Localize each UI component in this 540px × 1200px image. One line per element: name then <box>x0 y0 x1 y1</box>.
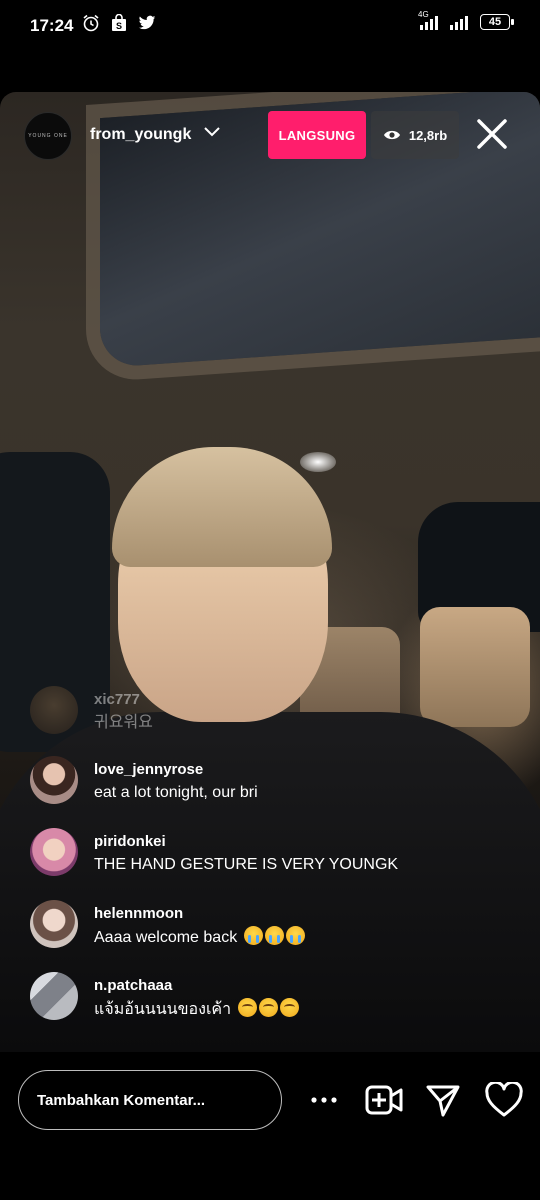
comment-item: n.patchaaa แจ้มอ้นนนนของเค้า <box>30 972 299 1021</box>
comment-text: THE HAND GESTURE IS VERY YOUNGK <box>94 856 399 873</box>
comment-text: 귀요워요 <box>94 714 153 731</box>
loudly-crying-face-icon <box>243 926 263 945</box>
commenter-avatar[interactable] <box>30 686 78 734</box>
eye-icon <box>383 130 400 140</box>
comment-item: piridonkei THE HAND GESTURE IS VERY YOUN… <box>30 828 398 876</box>
chevron-down-icon[interactable] <box>203 123 221 141</box>
signal-icon <box>450 14 468 30</box>
comment-input[interactable]: Tambahkan Komentar... <box>18 1070 282 1130</box>
shopping-bag-icon: S <box>110 14 128 32</box>
comment-text-content: Aaaa welcome back <box>94 929 238 946</box>
live-label: LANGSUNG <box>278 127 356 143</box>
alarm-icon <box>82 14 100 32</box>
status-bar: 17:24 S 4G 45 <box>0 0 540 52</box>
host-username[interactable]: from_youngk <box>90 126 191 144</box>
comment-username[interactable]: xic777 <box>94 690 153 710</box>
system-indicators: 4G 45 <box>418 10 514 30</box>
comment-username[interactable]: piridonkei <box>94 832 398 852</box>
commenter-avatar[interactable] <box>30 756 78 804</box>
live-header: YOUNG ONE from_youngk LANGSUNG 12,8rb <box>0 92 540 176</box>
svg-text:S: S <box>116 21 122 31</box>
close-icon[interactable] <box>474 116 510 152</box>
video-scene-light <box>300 452 336 472</box>
viewer-count-value: 12,8rb <box>408 127 448 143</box>
host-avatar-logo: YOUNG ONE <box>28 133 68 139</box>
comment-item: love_jennyrose eat a lot tonight, our br… <box>30 756 258 804</box>
battery-icon: 45 <box>480 14 514 30</box>
viewer-count[interactable]: 12,8rb <box>371 111 459 159</box>
video-scene-cap <box>112 447 332 567</box>
twitter-icon <box>138 14 156 32</box>
heart-icon[interactable] <box>484 1082 524 1118</box>
comment-input-placeholder: Tambahkan Komentar... <box>37 1091 206 1109</box>
comment-username[interactable]: love_jennyrose <box>94 760 258 780</box>
commenter-avatar[interactable] <box>30 828 78 876</box>
host-avatar[interactable]: YOUNG ONE <box>24 112 72 160</box>
comment-item: helennmoon Aaaa welcome back <box>30 900 305 949</box>
comment-text: eat a lot tonight, our bri <box>94 784 258 801</box>
comment-username[interactable]: n.patchaaa <box>94 976 299 996</box>
video-scene-seat <box>420 607 530 727</box>
add-video-guest-icon[interactable] <box>364 1082 404 1118</box>
battery-level: 45 <box>488 16 502 28</box>
status-time: 17:24 <box>30 16 74 35</box>
pleading-face-icon <box>237 998 257 1017</box>
loudly-crying-face-icon <box>285 926 305 945</box>
comment-text: แจ้มอ้นนนนของเค้า <box>94 998 299 1021</box>
loudly-crying-face-icon <box>264 926 284 945</box>
pleading-face-icon <box>258 998 278 1017</box>
commenter-avatar[interactable] <box>30 972 78 1020</box>
send-icon[interactable] <box>425 1082 461 1118</box>
comment-text-content: แจ้มอ้นนนนของเค้า <box>94 1001 232 1018</box>
comment-text: Aaaa welcome back <box>94 926 305 949</box>
pleading-face-icon <box>279 998 299 1017</box>
notification-icons: S <box>82 14 156 32</box>
comment-username[interactable]: helennmoon <box>94 904 305 924</box>
network-type: 4G <box>418 10 429 19</box>
signal-4g-icon: 4G <box>418 10 438 30</box>
comment-item: xic777 귀요워요 <box>30 686 153 734</box>
live-badge: LANGSUNG <box>268 111 366 159</box>
commenter-avatar[interactable] <box>30 900 78 948</box>
more-options-icon[interactable] <box>306 1088 342 1112</box>
bottom-bar: Tambahkan Komentar... <box>0 1052 540 1200</box>
